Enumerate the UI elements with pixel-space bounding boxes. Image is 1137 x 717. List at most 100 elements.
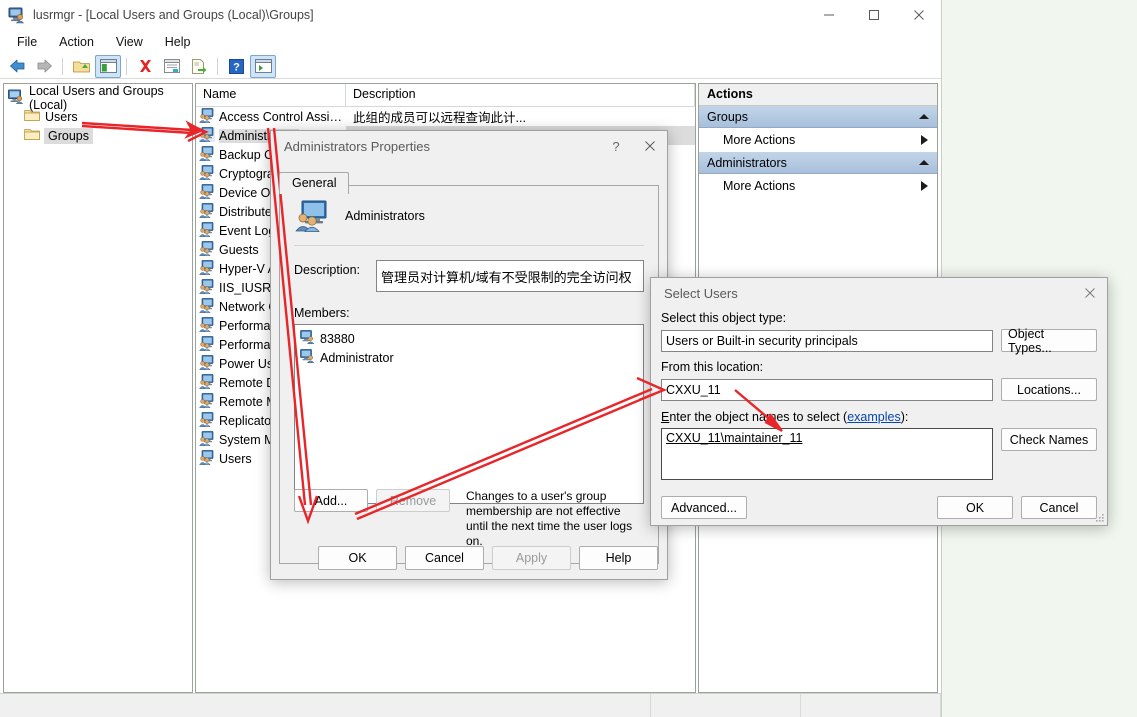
tab-general[interactable]: General: [279, 172, 350, 194]
group-description-cell: 此组的成员可以远程查询此计...: [353, 111, 526, 125]
check-names-button[interactable]: Check Names: [1001, 428, 1097, 451]
location-input[interactable]: CXXU_11: [661, 378, 993, 401]
status-bar-section-2: [801, 694, 941, 717]
action-more-actions-groups[interactable]: More Actions: [699, 128, 937, 152]
chevron-up-icon[interactable]: [919, 114, 929, 119]
status-bar-section-1: [651, 694, 801, 717]
toolbar: ?: [0, 54, 941, 79]
computer-users-icon: [8, 6, 26, 24]
tree-item-users-label: Users: [45, 109, 78, 124]
minimize-button[interactable]: [806, 0, 851, 30]
examples-link[interactable]: examples: [847, 410, 901, 424]
member-list-item[interactable]: Administrator: [295, 348, 643, 367]
group-icon: [199, 354, 215, 373]
tree-item-groups-label: Groups: [44, 127, 93, 144]
properties-apply-button[interactable]: Apply: [492, 546, 571, 570]
actions-group-groups-label: Groups: [707, 109, 748, 124]
menu-help[interactable]: Help: [154, 32, 202, 52]
actions-group-groups-header[interactable]: Groups: [699, 106, 937, 128]
select-users-cancel-button[interactable]: Cancel: [1021, 496, 1097, 519]
resize-grip-icon[interactable]: [1093, 511, 1105, 523]
select-users-title: Select Users: [664, 285, 738, 301]
show-action-pane-icon[interactable]: [250, 54, 276, 78]
menu-file[interactable]: File: [6, 32, 48, 52]
group-name-text: Replicator: [219, 413, 276, 428]
group-icon: [199, 411, 215, 430]
properties-dialog-close-button[interactable]: [633, 132, 667, 160]
group-icon: [199, 259, 215, 278]
folder-icon: [24, 109, 40, 125]
select-users-body: Select this object type: Users or Built-…: [651, 311, 1107, 519]
folder-icon: [24, 128, 40, 144]
description-row: Description: 管理员对计算机/域有不受限制的完全访问权: [294, 260, 644, 292]
group-icon: [199, 297, 215, 316]
tree-item-root-label: Local Users and Groups (Local): [29, 83, 164, 112]
group-icon: [294, 200, 328, 232]
group-icon: [199, 316, 215, 335]
object-type-input[interactable]: Users or Built-in security principals: [661, 329, 993, 352]
locations-button[interactable]: Locations...: [1001, 378, 1097, 401]
object-names-input[interactable]: CXXU_11\maintainer_11: [661, 428, 993, 480]
enter-names-text-a: nter the object names to select (: [669, 410, 848, 424]
up-folder-icon[interactable]: [68, 55, 94, 78]
svg-text:?: ?: [233, 61, 240, 73]
export-list-icon[interactable]: [186, 55, 212, 78]
column-header-name[interactable]: Name: [196, 84, 346, 106]
menu-action[interactable]: Action: [48, 32, 105, 52]
actions-group-administrators-header[interactable]: Administrators: [699, 152, 937, 174]
enter-names-label: Enter the object names to select (exampl…: [661, 410, 1097, 424]
add-button[interactable]: Add...: [294, 489, 368, 512]
help-icon[interactable]: ?: [223, 55, 249, 78]
advanced-button[interactable]: Advanced...: [661, 496, 747, 519]
remove-button[interactable]: Remove: [376, 489, 450, 512]
show-hide-console-tree-icon[interactable]: [95, 54, 121, 78]
administrators-properties-dialog: Administrators Properties ? General Admi…: [270, 130, 668, 580]
member-name: Administrator: [320, 350, 394, 365]
group-icon: [199, 278, 215, 297]
table-row[interactable]: Access Control Assist... 此组的成员可以远程查询此计...: [196, 107, 695, 126]
members-list[interactable]: 83880 Administrator: [294, 324, 644, 504]
back-icon[interactable]: [4, 55, 30, 78]
close-button[interactable]: [896, 0, 941, 30]
action-more-actions-administrators[interactable]: More Actions: [699, 174, 937, 198]
divider: [294, 245, 644, 246]
names-row: CXXU_11\maintainer_11 Check Names: [661, 428, 1097, 480]
actions-group-administrators-label: Administrators: [707, 155, 787, 170]
select-users-dialog: Select Users Select this object type: Us…: [650, 277, 1108, 526]
list-column-headers: Name Description: [196, 84, 695, 107]
help-question-icon[interactable]: ?: [599, 132, 633, 160]
action-more-actions-groups-label: More Actions: [723, 133, 796, 147]
select-users-titlebar: Select Users: [651, 278, 1107, 308]
maximize-button[interactable]: [851, 0, 896, 30]
properties-ok-button[interactable]: OK: [318, 546, 397, 570]
chevron-up-icon[interactable]: [919, 160, 929, 165]
user-icon: [300, 349, 315, 366]
select-users-close-button[interactable]: [1073, 279, 1107, 307]
select-users-ok-button[interactable]: OK: [937, 496, 1013, 519]
properties-cancel-button[interactable]: Cancel: [405, 546, 484, 570]
chevron-right-icon[interactable]: [921, 135, 928, 145]
delete-icon[interactable]: [132, 55, 158, 78]
group-icon: [199, 392, 215, 411]
computer-icon: [8, 89, 24, 107]
member-list-item[interactable]: 83880: [295, 329, 643, 348]
group-icon: [199, 373, 215, 392]
tree-item-groups[interactable]: Groups: [4, 126, 192, 145]
properties-help-button[interactable]: Help: [579, 546, 658, 570]
tree-item-root[interactable]: Local Users and Groups (Local): [4, 84, 192, 112]
status-bar-main: [0, 694, 651, 717]
object-types-button[interactable]: Object Types...: [1001, 327, 1097, 355]
column-header-description[interactable]: Description: [346, 84, 695, 106]
group-name-text: Guests: [219, 242, 259, 257]
description-input[interactable]: 管理员对计算机/域有不受限制的完全访问权: [376, 260, 644, 292]
window-titlebar: lusrmgr - [Local Users and Groups (Local…: [0, 0, 941, 30]
toolbar-separator: [62, 57, 63, 75]
window-title: lusrmgr - [Local Users and Groups (Local…: [33, 8, 314, 22]
forward-icon[interactable]: [31, 55, 57, 78]
group-icon: [199, 126, 215, 145]
menu-view[interactable]: View: [105, 32, 154, 52]
chevron-right-icon[interactable]: [921, 181, 928, 191]
location-label: From this location:: [661, 360, 764, 374]
properties-icon[interactable]: [159, 55, 185, 78]
group-name-text: Users: [219, 451, 252, 466]
